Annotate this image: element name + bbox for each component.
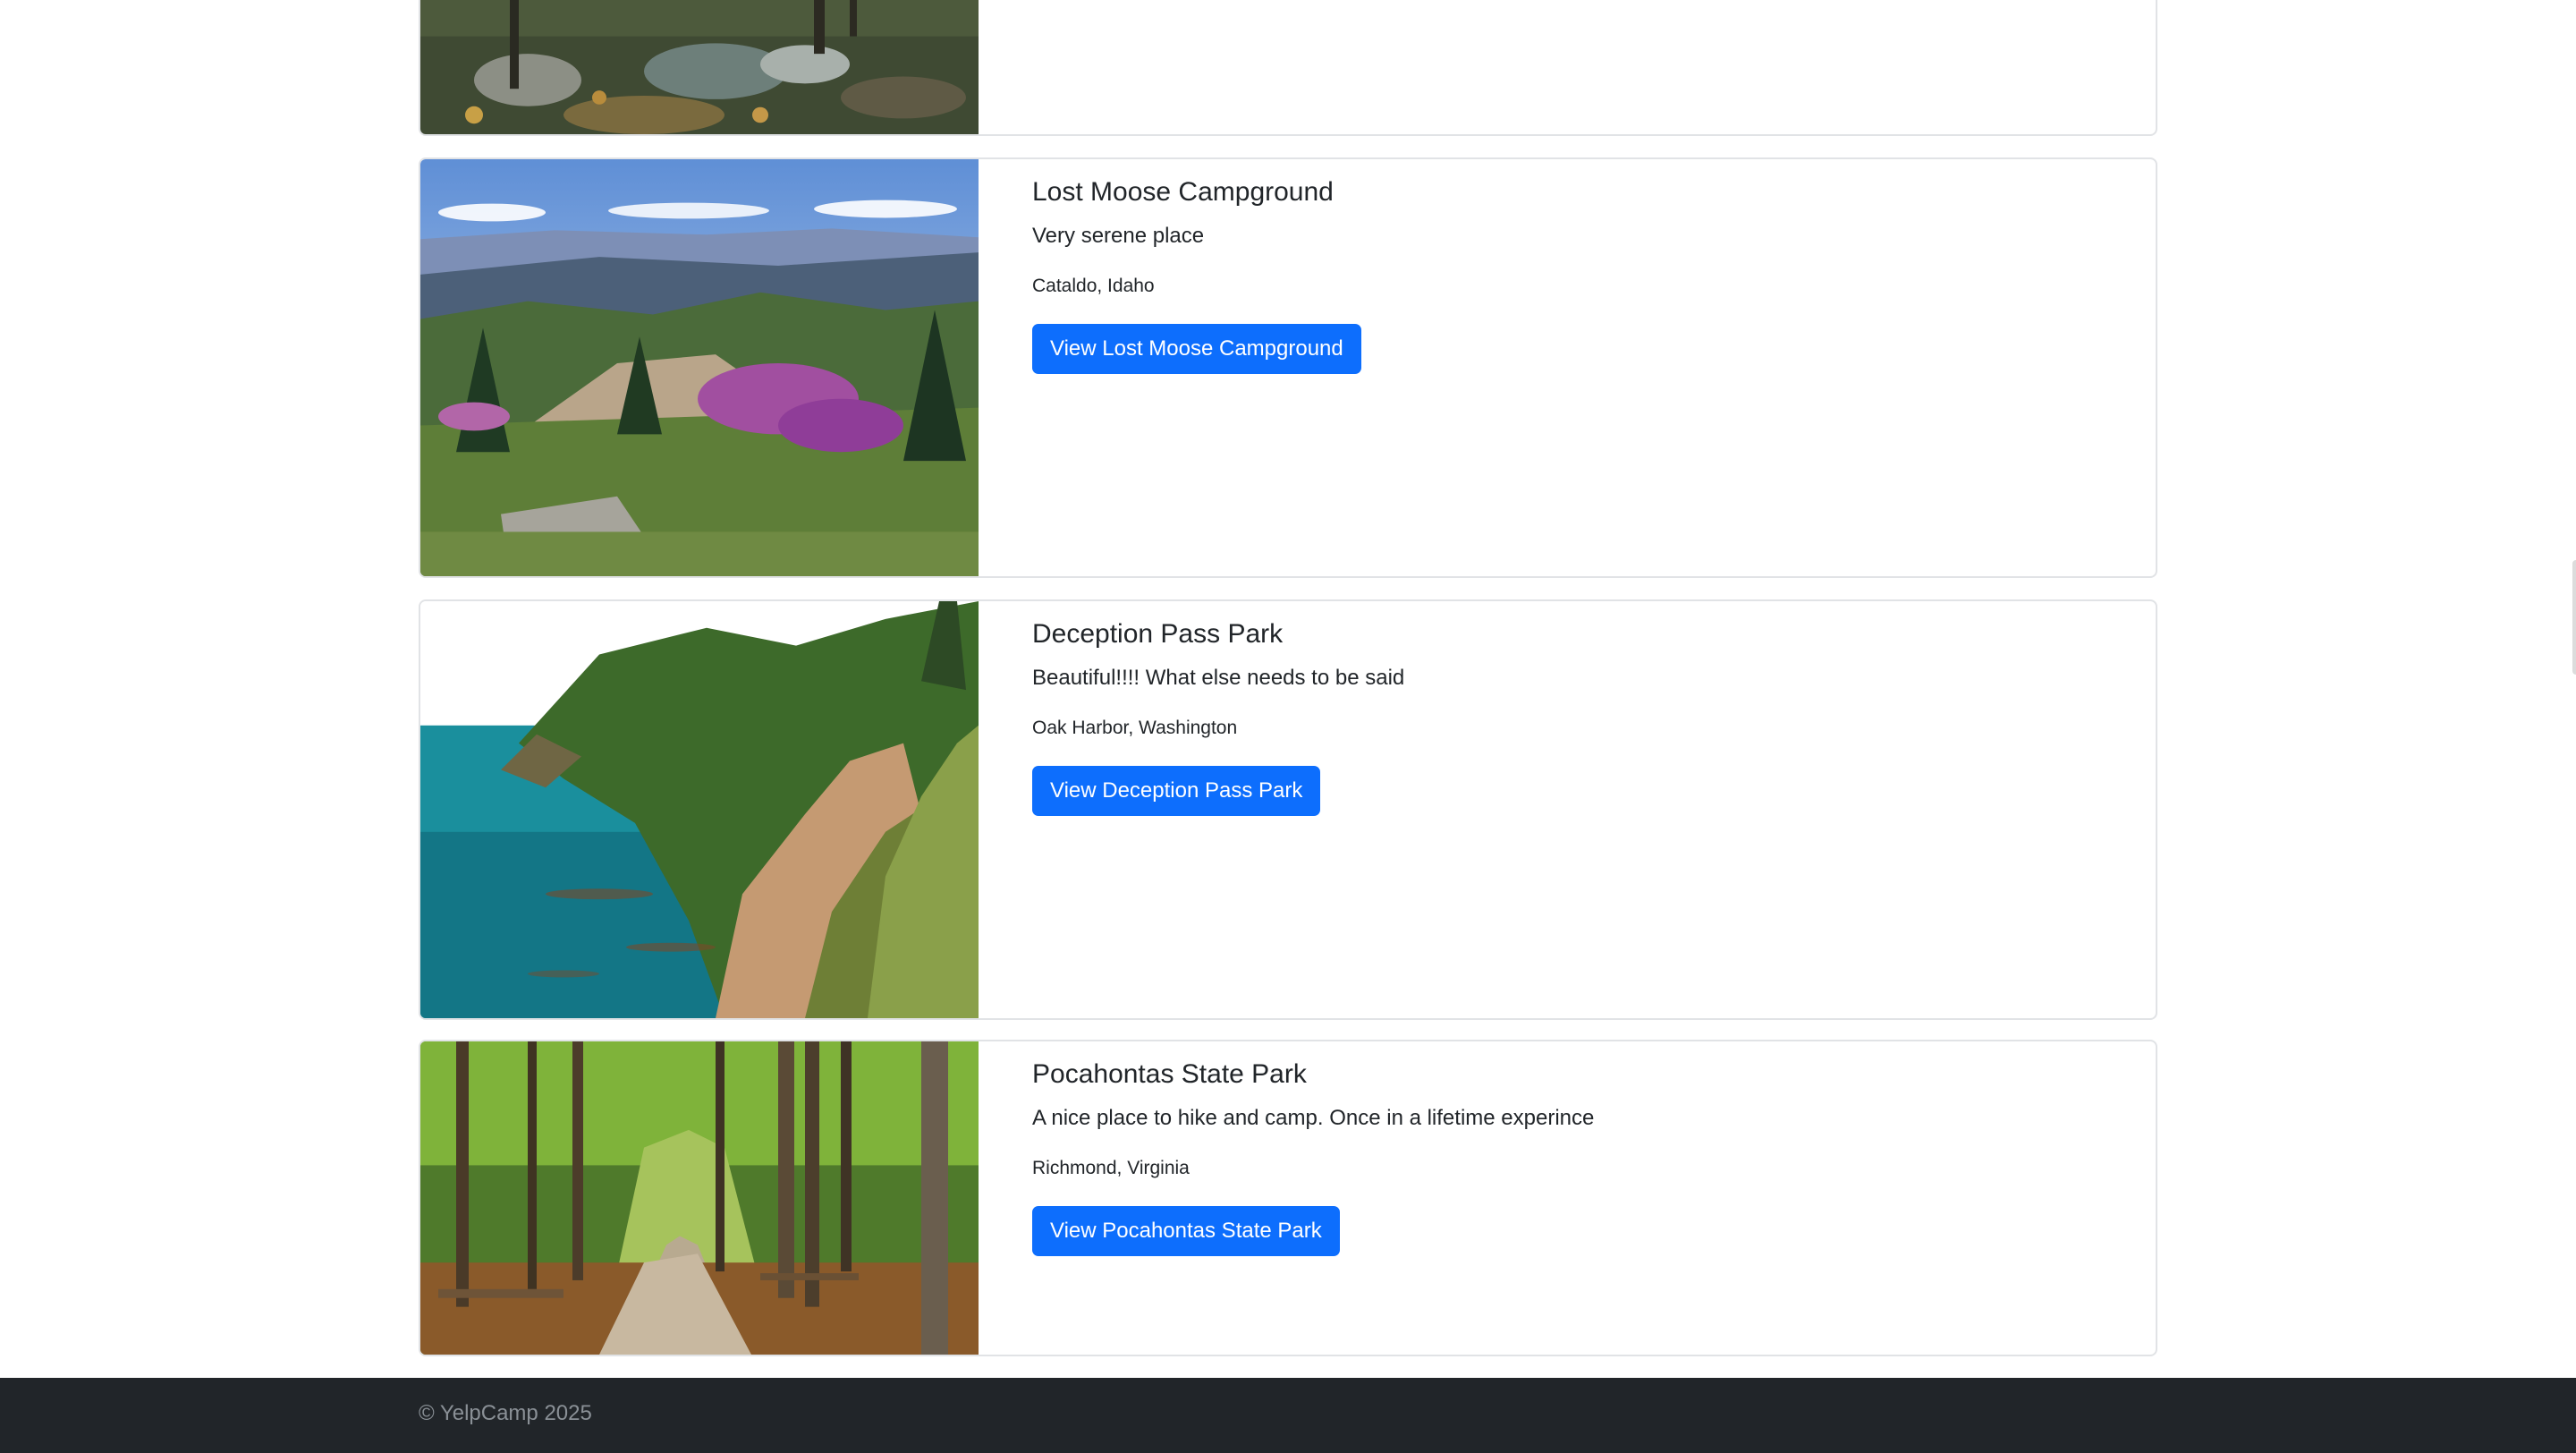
campground-card-pocahontas: Pocahontas State Park A nice place to hi… (419, 1040, 2157, 1356)
campground-title: Pocahontas State Park (1032, 1059, 1307, 1089)
campground-description: A nice place to hike and camp. Once in a… (1032, 1106, 1595, 1130)
campground-location: Oak Harbor, Washington (1032, 718, 1238, 738)
campground-location: Cataldo, Idaho (1032, 276, 1155, 296)
view-campground-button[interactable]: View Deception Pass Park (1032, 766, 1321, 816)
campground-title: Lost Moose Campground (1032, 177, 1334, 207)
campground-card (419, 0, 2157, 136)
view-campground-button[interactable]: View Lost Moose Campground (1032, 324, 1361, 374)
campground-location: Richmond, Virginia (1032, 1158, 1190, 1178)
view-campground-button[interactable]: View Pocahontas State Park (1032, 1206, 1340, 1256)
campground-image-forest-stream (420, 0, 979, 134)
campground-title: Deception Pass Park (1032, 619, 1284, 649)
campground-image-forest-trail (420, 1041, 979, 1355)
campground-card-lost-moose: Lost Moose Campground Very serene place … (419, 157, 2157, 578)
campground-description: Beautiful!!!! What else needs to be said (1032, 666, 1405, 690)
side-panel-handle[interactable] (2572, 560, 2576, 675)
footer-copyright: © YelpCamp 2025 (419, 1401, 592, 1425)
campground-image-coastal-cliff (420, 601, 979, 1018)
campground-image-mountain-meadow (420, 159, 979, 576)
footer: © YelpCamp 2025 (0, 1378, 2576, 1453)
campground-card-deception-pass: Deception Pass Park Beautiful!!!! What e… (419, 599, 2157, 1020)
campground-description: Very serene place (1032, 224, 1205, 248)
